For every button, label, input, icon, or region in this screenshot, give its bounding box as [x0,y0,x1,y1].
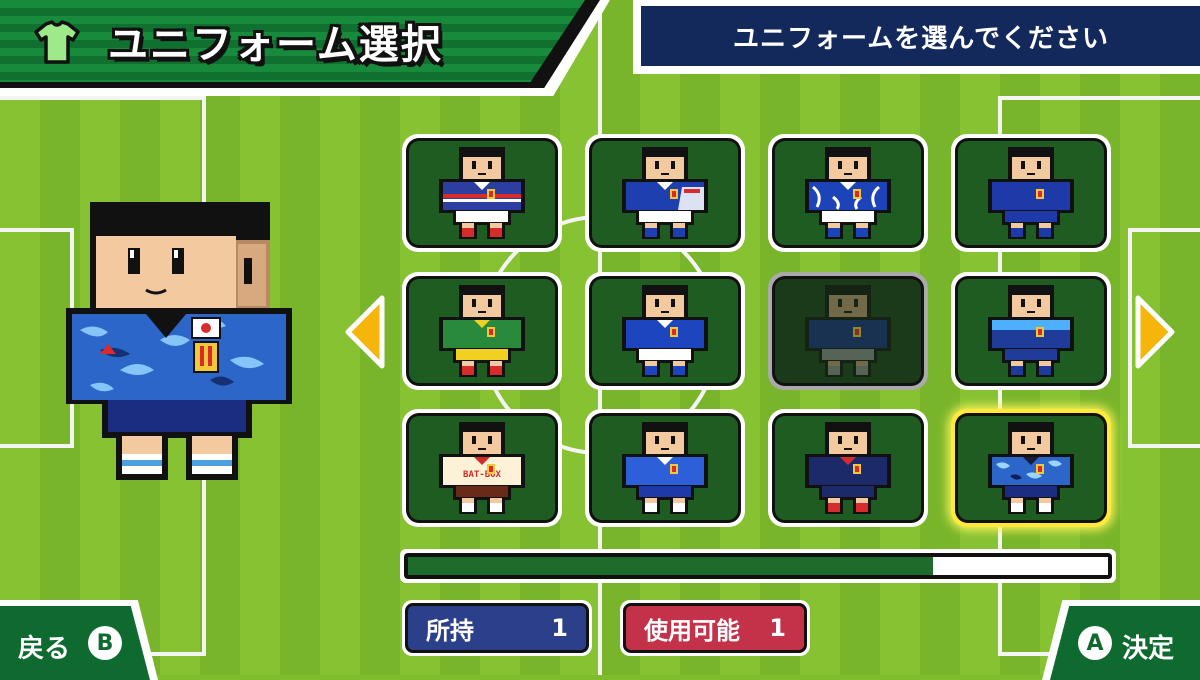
back-label: 戻る [18,634,71,664]
uniform-slot-frame [772,276,924,386]
uniform-slot-bg [958,279,1104,383]
uniform-player-icon [439,285,525,377]
uniform-slot[interactable] [585,272,745,390]
uniform-slot-bg [409,279,555,383]
uniform-slot-frame [955,138,1107,248]
uniform-slot-bg [775,141,921,245]
uniform-slot-bg [775,416,921,520]
uniform-player-icon [988,147,1074,239]
uniform-slot[interactable] [402,272,562,390]
uniform-player-icon [988,422,1074,514]
uniform-player-icon [988,285,1074,377]
owned-badge: 所持 1 [402,600,592,656]
selected-player-preview [66,202,292,480]
uniform-slot-frame [955,276,1107,386]
uniform-slot-frame: BAT-BOX [406,413,558,523]
uniform-slot[interactable] [951,134,1111,252]
uniform-slot-bg [958,141,1104,245]
uniform-slot-frame [406,138,558,248]
uniform-slot-frame [406,276,558,386]
b-button-icon: B [88,626,122,660]
page-title: ユニフォーム選択 [108,22,443,68]
usable-label: 使用可能 [644,616,740,645]
uniform-slot-bg [592,416,738,520]
uniform-slot-bg [958,416,1104,520]
uniform-player-icon: BAT-BOX [439,422,525,514]
uniform-slot-bg [592,141,738,245]
uniform-slot-bg [775,279,921,383]
uniform-slot[interactable] [585,409,745,527]
uniform-slot[interactable] [585,134,745,252]
usable-badge: 使用可能 1 [620,600,810,656]
confirm-label: 決定 [1122,634,1175,664]
uniform-player-icon [805,422,891,514]
a-button-icon: A [1078,626,1112,660]
uniform-player-icon [622,147,708,239]
uniform-slot-frame [955,413,1107,523]
uniform-player-icon [805,147,891,239]
back-button[interactable]: 戻る B [0,606,150,680]
uniform-slot[interactable] [402,134,562,252]
confirm-button[interactable]: A 決定 [1050,606,1200,680]
usable-badge-inner: 使用可能 1 [623,603,807,653]
usable-count: 1 [769,614,786,642]
uniform-slot[interactable] [768,134,928,252]
uniform-slot-bg [409,141,555,245]
uniform-slot-frame [589,138,741,248]
uniform-slot[interactable] [951,272,1111,390]
page-progress-fill [408,557,933,575]
uniform-player-icon [805,285,891,377]
next-page-arrow-icon[interactable] [1134,292,1178,372]
uniform-slot-frame [589,413,741,523]
uniform-slot[interactable] [951,409,1111,527]
owned-count: 1 [551,614,568,642]
uniform-slot[interactable]: BAT-BOX [402,409,562,527]
svg-text:BAT-BOX: BAT-BOX [463,470,502,480]
uniform-slot[interactable] [768,409,928,527]
shirt-icon [34,20,80,64]
uniform-slot-frame [772,413,924,523]
uniform-player-icon [439,147,525,239]
uniform-slot-bg: BAT-BOX [409,416,555,520]
uniform-slot-bg [592,279,738,383]
uniform-slot-frame [589,276,741,386]
uniform-slot-frame [772,138,924,248]
uniform-player-icon [622,285,708,377]
uniform-slot[interactable] [768,272,928,390]
uniform-player-icon [622,422,708,514]
instruction-text: ユニフォームを選んでください [641,6,1200,66]
owned-label: 所持 [426,616,474,645]
prev-page-arrow-icon[interactable] [342,292,386,372]
owned-badge-inner: 所持 1 [405,603,589,653]
